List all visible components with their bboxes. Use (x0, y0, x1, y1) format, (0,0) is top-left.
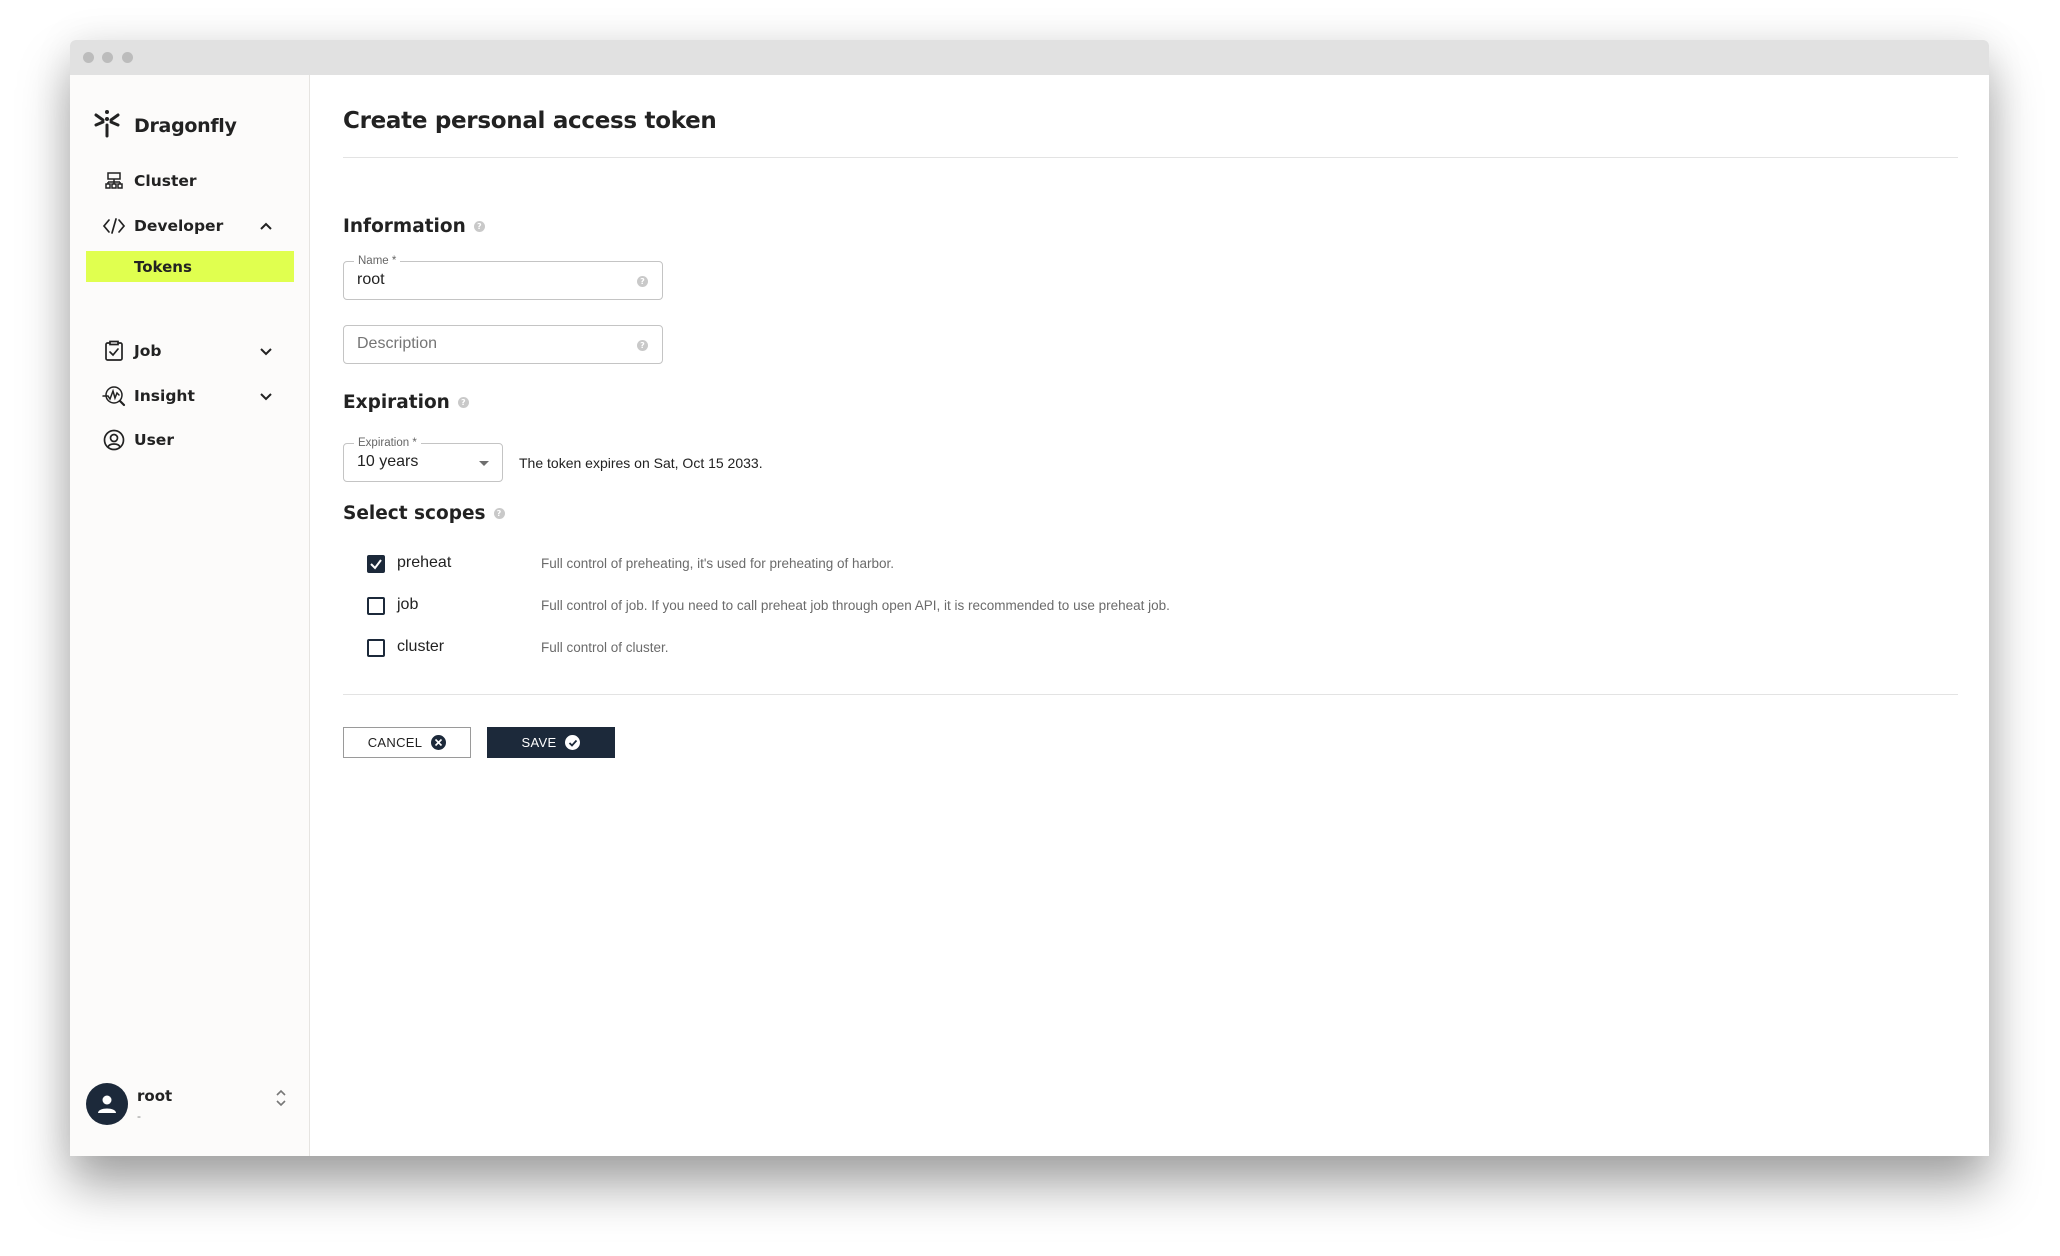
user-name: root (137, 1087, 173, 1105)
sidebar-item-insight[interactable]: Insight (86, 379, 294, 413)
chevron-down-icon[interactable] (258, 388, 274, 404)
chevron-up-icon[interactable] (258, 218, 274, 234)
scopes-heading: Select scopes ? (343, 503, 505, 524)
dropdown-arrow-icon (479, 461, 489, 466)
insight-search-icon (102, 384, 126, 408)
close-circle-icon (431, 735, 447, 750)
cluster-icon (102, 169, 126, 193)
title-divider (343, 157, 1958, 158)
expiration-select-value: 10 years (357, 453, 419, 470)
scope-description: Full control of cluster. (541, 640, 669, 655)
sidebar-item-tokens[interactable]: Tokens (86, 251, 294, 282)
chevron-down-icon[interactable] (258, 343, 274, 359)
description-input[interactable] (357, 335, 617, 353)
code-icon (102, 214, 126, 238)
dragonfly-logo-icon (92, 108, 122, 143)
user-circle-icon (102, 428, 126, 452)
unfold-icon[interactable] (274, 1087, 288, 1109)
user-subtitle: - (137, 1109, 141, 1123)
scope-row-cluster: cluster Full control of cluster. (367, 633, 1767, 661)
scope-description: Full control of job. If you need to call… (541, 598, 1170, 613)
sidebar-item-developer[interactable]: Developer (86, 209, 294, 243)
avatar (86, 1083, 128, 1125)
help-icon[interactable]: ? (473, 221, 485, 232)
user-menu[interactable]: root - (86, 1083, 294, 1133)
cancel-button-label: CANCEL (367, 735, 423, 750)
sidebar-item-label: Developer (134, 217, 224, 235)
check-circle-icon (565, 735, 581, 750)
page-title: Create personal access token (343, 108, 717, 134)
section-title-text: Information (343, 216, 466, 237)
actions-divider (343, 694, 1958, 695)
window-minimize-dot[interactable] (102, 52, 113, 63)
window-titlebar (70, 40, 1989, 75)
brand-name: Dragonfly (134, 114, 237, 137)
scope-name[interactable]: cluster (397, 638, 444, 656)
scope-row-preheat: preheat Full control of preheating, it's… (367, 549, 1767, 577)
help-icon[interactable]: ? (493, 508, 505, 519)
sidebar-item-label: User (134, 431, 174, 449)
save-button[interactable]: SAVE (487, 727, 615, 758)
name-field-value[interactable]: root (357, 271, 385, 289)
name-field[interactable]: Name * root ? (343, 254, 663, 300)
preheat-checkbox[interactable] (367, 555, 385, 573)
section-title-text: Expiration (343, 392, 450, 413)
help-icon[interactable]: ? (637, 276, 648, 287)
scope-name[interactable]: job (397, 596, 418, 614)
sidebar: Dragonfly Cluster Developer Tokens Job I… (70, 75, 310, 1156)
expiration-select-label: Expiration * (354, 436, 421, 450)
section-title-text: Select scopes (343, 503, 486, 524)
brand-logo[interactable]: Dragonfly (92, 108, 237, 143)
information-heading: Information ? (343, 216, 485, 237)
sidebar-item-label: Cluster (134, 172, 197, 190)
clipboard-check-icon (102, 339, 126, 363)
sidebar-item-job[interactable]: Job (86, 334, 294, 368)
sidebar-item-label: Tokens (134, 257, 192, 276)
save-button-label: SAVE (521, 735, 557, 750)
sidebar-item-user[interactable]: User (86, 423, 294, 457)
expiration-note: The token expires on Sat, Oct 15 2033. (519, 455, 763, 471)
window-close-dot[interactable] (83, 52, 94, 63)
job-checkbox[interactable] (367, 597, 385, 615)
cluster-checkbox[interactable] (367, 639, 385, 657)
scope-name[interactable]: preheat (397, 554, 451, 572)
expiration-heading: Expiration ? (343, 392, 469, 413)
window-maximize-dot[interactable] (122, 52, 133, 63)
scope-description: Full control of preheating, it's used fo… (541, 556, 895, 571)
sidebar-item-label: Insight (134, 387, 195, 405)
name-field-label: Name * (354, 254, 401, 268)
check-icon (370, 559, 382, 570)
cancel-button[interactable]: CANCEL (343, 727, 471, 758)
person-icon (98, 1095, 116, 1113)
help-icon[interactable]: ? (637, 340, 648, 351)
help-icon[interactable]: ? (457, 397, 469, 408)
sidebar-item-cluster[interactable]: Cluster (86, 164, 294, 198)
description-field[interactable]: ? (343, 325, 663, 364)
expiration-select[interactable]: Expiration * 10 years (343, 436, 503, 482)
sidebar-item-label: Job (134, 342, 162, 360)
app-window: Dragonfly Cluster Developer Tokens Job I… (70, 40, 1989, 1156)
scope-row-job: job Full control of job. If you need to … (367, 591, 1767, 619)
